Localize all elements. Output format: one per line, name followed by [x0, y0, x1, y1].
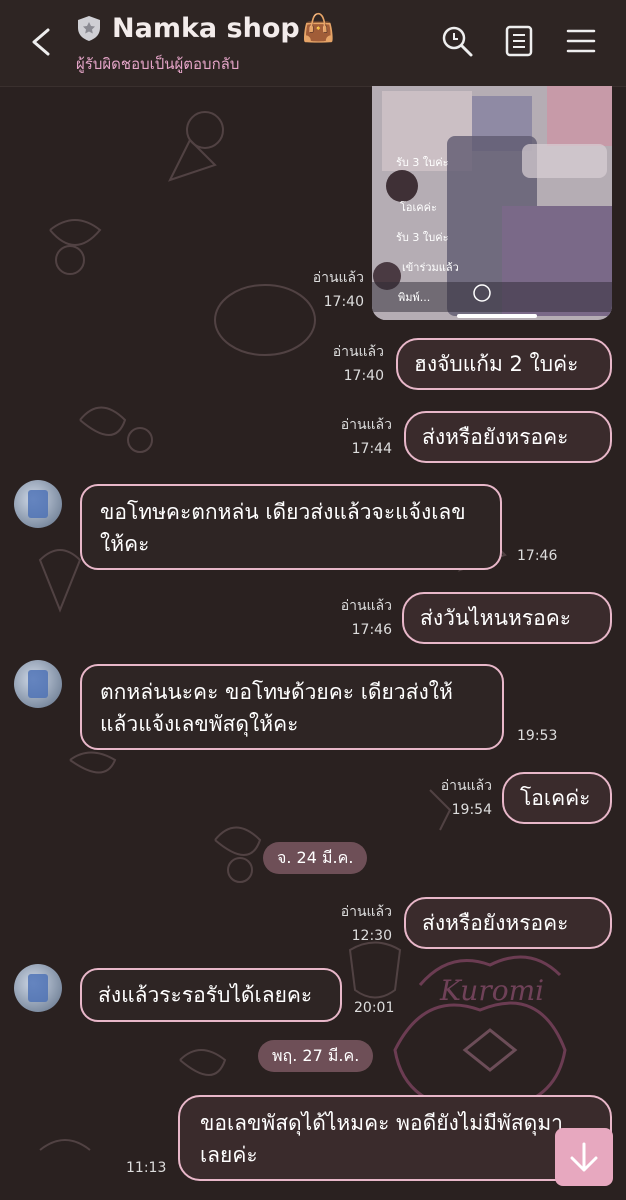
read-receipt: อ่านแล้ว 17:44 [340, 417, 392, 457]
avatar[interactable] [14, 964, 62, 1012]
shop-subtitle: ผู้รับผิดชอบเป็นผู้ตอบกลับ [76, 55, 240, 73]
scroll-to-bottom-button[interactable] [555, 1128, 613, 1186]
avatar[interactable] [14, 480, 62, 528]
outgoing-message[interactable]: โอเคค่ะ [502, 772, 612, 824]
incoming-message[interactable]: ตกหล่นนะคะ ขอโทษด้วยคะ เดียวส่งให้ แล้วแจ… [80, 664, 504, 750]
incoming-message[interactable]: ส่งแล้วระรอรับได้เลยคะ [80, 968, 342, 1022]
incoming-message[interactable]: ขอโทษคะตกหล่น เดียวส่งแล้วจะแจ้งเลข ให้คะ [80, 484, 502, 570]
date-separator: จ. 24 มี.ค. [263, 842, 368, 874]
photo-caption-c: รับ 3 ใบค่ะ [396, 231, 449, 244]
outgoing-message[interactable]: ส่งวันไหนหรอคะ [402, 592, 612, 644]
chat-header: Namka shop👜 ผู้รับผิดชอบเป็นผู้ตอบกลับ [0, 0, 626, 87]
outgoing-message[interactable]: ส่งหรือยังหรอคะ [404, 411, 612, 463]
photo-caption-d: เข้าร่วมแล้ว [402, 261, 459, 274]
shop-name: Namka shop [112, 13, 300, 44]
outgoing-message[interactable]: ขอเลขพัสดุได้ไหมคะ พอดียังไม่มีพัสดุมา เล… [178, 1095, 612, 1181]
photo-content: รับ 3 ใบค่ะ โอเคค่ะ รับ 3 ใบค่ะ เข้าร่วม… [372, 86, 612, 320]
notes-icon[interactable] [502, 24, 536, 58]
message-time: 20:01 [354, 1000, 395, 1016]
outgoing-message[interactable]: ฮงจับแก้ม 2 ใบค่ะ [396, 338, 612, 390]
read-receipt: อ่านแล้ว 12:30 [340, 904, 392, 944]
photo-message[interactable]: รับ 3 ใบค่ะ โอเคค่ะ รับ 3 ใบค่ะ เข้าร่วม… [372, 86, 612, 320]
outgoing-message[interactable]: ส่งหรือยังหรอคะ [404, 897, 612, 949]
avatar[interactable] [14, 660, 62, 708]
read-receipt: อ่านแล้ว 17:40 [332, 344, 384, 384]
kuromi-logo-text: Kuromi [439, 974, 544, 1007]
shield-icon [78, 16, 100, 41]
shopping-bag-icon: 👜 [301, 13, 336, 44]
read-receipt: อ่านแล้ว 17:46 [340, 598, 392, 638]
chevron-left-icon[interactable] [22, 22, 62, 62]
message-time: 11:13 [126, 1160, 167, 1176]
menu-icon[interactable] [564, 24, 598, 58]
photo-caption-e: พิมพ์... [398, 291, 430, 304]
read-receipt: อ่านแล้ว 19:54 [440, 778, 492, 818]
message-time: 19:53 [517, 728, 558, 744]
search-icon[interactable] [440, 24, 474, 58]
photo-caption-b: โอเคค่ะ [400, 200, 437, 214]
date-separator: พฤ. 27 มี.ค. [258, 1040, 374, 1072]
shop-title[interactable]: Namka shop👜 [112, 12, 335, 44]
arrow-down-icon [570, 1142, 598, 1172]
message-time: 17:46 [517, 548, 558, 564]
photo-caption-a: รับ 3 ใบค่ะ [396, 156, 449, 169]
read-receipt: อ่านแล้ว 17:40 [312, 270, 364, 310]
